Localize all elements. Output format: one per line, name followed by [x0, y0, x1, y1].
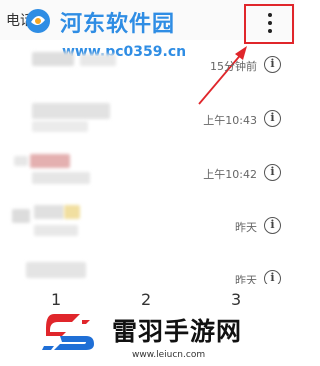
watermark-logo-icon — [42, 314, 94, 350]
info-icon[interactable]: i — [264, 110, 281, 127]
call-time: 上午10:42 — [203, 168, 257, 181]
contact-detail-blurred — [34, 225, 78, 236]
contact-avatar-blurred — [32, 52, 74, 66]
contact-avatar-blurred — [14, 156, 28, 166]
dialpad-key-3[interactable]: 3 — [231, 290, 241, 309]
call-list-item[interactable]: 上午10:43 i — [0, 93, 295, 146]
contact-badge-blurred — [64, 205, 80, 219]
watermark-text: 雷羽手游网 — [112, 317, 243, 346]
call-list-item[interactable]: 昨天 i — [0, 199, 295, 252]
watermark-url: www.leiucn.com — [132, 350, 206, 360]
watermark-logo-icon — [26, 9, 50, 33]
contact-avatar-blurred — [12, 209, 30, 223]
info-icon[interactable]: i — [264, 56, 281, 73]
overflow-menu-button[interactable] — [244, 4, 294, 44]
contact-detail-blurred — [32, 121, 88, 132]
call-list-item[interactable]: 15分钟前 i — [0, 40, 295, 93]
call-time: 上午10:43 — [203, 114, 257, 127]
call-time: 昨天 — [235, 221, 257, 234]
contact-name-blurred — [30, 154, 70, 168]
call-time: 15分钟前 — [210, 60, 257, 73]
call-list-item[interactable]: 上午10:42 i — [0, 146, 295, 199]
menu-icon — [268, 13, 272, 35]
contact-name-blurred — [32, 103, 110, 119]
watermark-text: 河东软件园 — [60, 12, 176, 37]
contact-name-blurred — [34, 205, 64, 219]
info-icon[interactable]: i — [264, 217, 281, 234]
dialpad-key-2[interactable]: 2 — [141, 290, 151, 309]
contact-name-blurred — [80, 54, 116, 66]
info-icon[interactable]: i — [264, 164, 281, 181]
contact-detail-blurred — [32, 172, 90, 184]
contact-name-blurred — [26, 262, 86, 278]
